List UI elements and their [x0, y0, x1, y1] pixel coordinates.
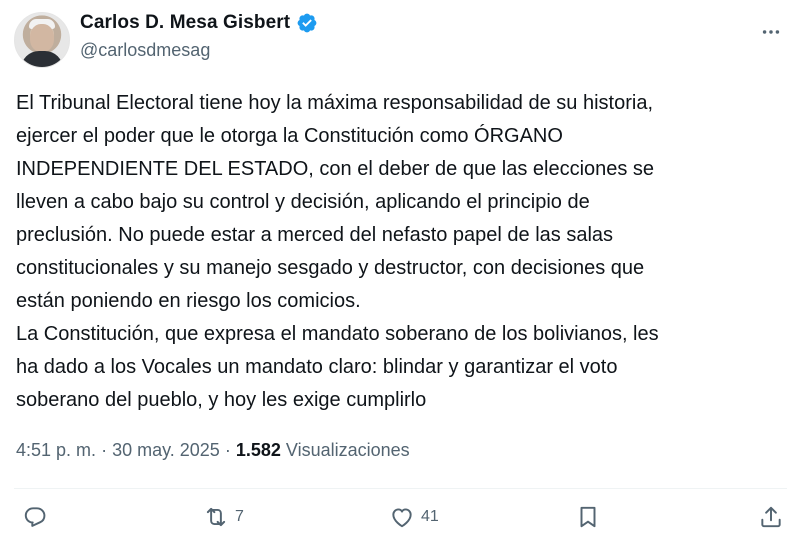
more-options-icon[interactable]	[755, 16, 787, 48]
meta-separator: ·	[224, 440, 231, 460]
share-button[interactable]	[758, 504, 784, 530]
retweet-count: 7	[235, 508, 244, 525]
tweet-time[interactable]: 4:51 p. m.	[16, 440, 96, 460]
meta-separator: ·	[101, 440, 108, 460]
tweet-metadata: 4:51 p. m. · 30 may. 2025 · 1.582 Visual…	[16, 440, 410, 461]
share-icon	[761, 506, 781, 528]
retweet-button[interactable]: 7	[203, 504, 244, 530]
views-count: 1.582	[235, 440, 281, 460]
views-label: Visualizaciones	[285, 440, 410, 460]
like-count: 41	[421, 508, 439, 525]
author-display-name[interactable]: Carlos D. Mesa Gisbert	[80, 12, 290, 34]
tweet-card: Carlos D. Mesa Gisbert @carlosdmesag El …	[0, 0, 801, 550]
retweet-icon	[206, 507, 226, 527]
author-handle[interactable]: @carlosdmesag	[80, 40, 318, 61]
tweet-date[interactable]: 30 may. 2025	[112, 440, 220, 460]
avatar[interactable]	[14, 12, 70, 68]
heart-icon	[392, 508, 412, 528]
tweet-header: Carlos D. Mesa Gisbert @carlosdmesag	[14, 10, 787, 70]
avatar-face	[30, 24, 54, 52]
reply-icon	[24, 507, 46, 527]
tweet-text: El Tribunal Electoral tiene hoy la máxim…	[16, 92, 659, 411]
display-name-row: Carlos D. Mesa Gisbert	[80, 12, 318, 34]
avatar-body	[21, 51, 63, 67]
author-info: Carlos D. Mesa Gisbert @carlosdmesag	[80, 12, 318, 61]
reply-button[interactable]	[22, 504, 54, 530]
verified-badge-icon[interactable]	[296, 12, 318, 34]
action-bar: 7 41	[0, 500, 801, 542]
like-button[interactable]: 41	[389, 504, 439, 530]
bookmark-icon	[580, 506, 596, 528]
divider	[14, 488, 787, 489]
bookmark-button[interactable]	[575, 504, 601, 530]
